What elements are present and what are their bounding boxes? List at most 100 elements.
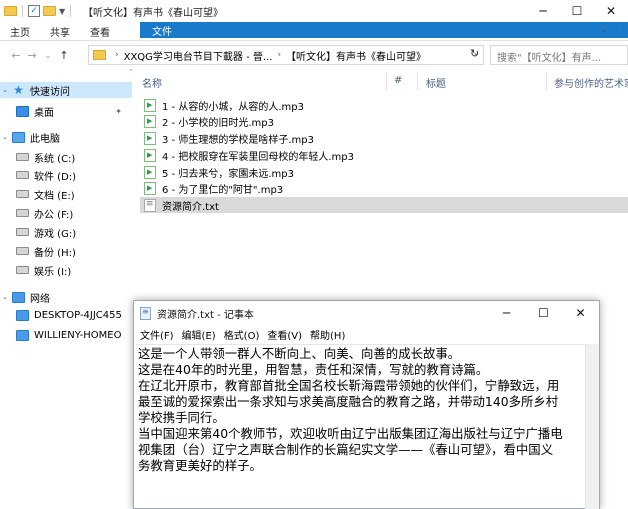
nav-drive-f[interactable]: 办公 (F:) [0, 205, 132, 221]
notepad-window: 资源简介.txt - 记事本 ─ ☐ ✕ 文件(F) 编辑(E) 格式(O) 查… [133, 300, 600, 509]
file-row[interactable]: 1 - 从容的小城，从容的人.mp3 [140, 97, 628, 113]
column-divider[interactable] [546, 72, 547, 90]
audio-file-icon [144, 181, 156, 195]
text-line: 这是一个人带领一群人不断向上、向美、向善的成长故事。 [138, 346, 461, 361]
file-row[interactable]: 6 - 为了里仁的"阿甘".mp3 [140, 180, 628, 196]
nav-desktop[interactable]: 桌面 ✦ [0, 103, 132, 119]
audio-file-icon [144, 98, 156, 112]
window-title: 【听文化】有声书《春山可望》 [83, 8, 223, 19]
nav-drive-h[interactable]: 备份 (H:) [0, 243, 132, 259]
notepad-text-area[interactable]: 这是一个人带领一群人不断向上、向美、向善的成长故事。 这是在40年的时光里，用智… [136, 344, 585, 509]
file-name: 3 - 师生理想的学校是啥样子.mp3 [162, 134, 314, 146]
chevron-down-icon[interactable]: ⌄ [0, 86, 10, 94]
nav-drive-d[interactable]: 软件 (D:) [0, 167, 132, 183]
up-arrow-icon[interactable]: ↑ [56, 49, 72, 62]
nav-label: 此电脑 [30, 133, 60, 145]
breadcrumb-chevron-icon[interactable]: › [115, 50, 119, 60]
drive-icon [16, 228, 29, 236]
maximize-button[interactable]: ☐ [525, 301, 562, 325]
file-row[interactable]: 4 - 把校服穿在军装里回母校的年轻人.mp3 [140, 147, 628, 163]
column-divider[interactable] [417, 72, 418, 90]
file-row[interactable]: 5 - 归去来兮，家園未远.mp3 [140, 164, 628, 180]
text-line: 务教育更美好的样子。 [138, 458, 262, 473]
chevron-down-icon[interactable]: ⌄ [0, 133, 10, 141]
nav-this-pc[interactable]: ⌄ 此电脑 [0, 129, 132, 145]
close-button[interactable]: ✕ [594, 0, 628, 22]
network-icon [12, 291, 25, 303]
expand-ribbon-icon[interactable]: ⌄ [601, 25, 609, 35]
ribbon-tabs: 文件 主页 共享 查看 ⌄ ? [0, 22, 628, 41]
back-arrow-icon[interactable]: ← [8, 49, 24, 62]
toolbar-divider [70, 5, 72, 17]
nav-drive-i[interactable]: 娱乐 (I:) [0, 262, 132, 278]
breadcrumb-root[interactable]: XXQG学习电台节目下載器 - 晉... [124, 48, 273, 63]
customize-toolbar-icon[interactable]: ▼ [59, 7, 65, 16]
folder-icon [93, 50, 106, 60]
column-number[interactable]: # [394, 75, 402, 86]
tab-share[interactable]: 共享 [40, 22, 80, 40]
vertical-scrollbar[interactable] [585, 344, 599, 509]
address-bar-row: ← → ⌄ ↑ › XXQG学习电台节目下載器 - 晉... › 【听文化】有声… [0, 41, 628, 70]
refresh-icon[interactable]: ↻ [470, 47, 479, 60]
address-bar[interactable]: › XXQG学习电台节目下載器 - 晉... › 【听文化】有声书《春山可望》 … [88, 45, 484, 65]
menu-format[interactable]: 格式(O) [222, 327, 266, 342]
computer-icon [16, 309, 29, 321]
ribbon-controls: ⌄ ? [601, 25, 622, 35]
breadcrumb-chevron-icon[interactable]: › [277, 50, 281, 60]
file-name: 1 - 从容的小城，从容的人.mp3 [162, 101, 304, 113]
pin-icon[interactable]: ✦ [115, 107, 122, 116]
nav-drive-e[interactable]: 文档 (E:) [0, 186, 132, 202]
nav-computer-desktop[interactable]: DESKTOP-4JJC455 [0, 307, 132, 323]
file-row[interactable]: 3 - 师生理想的学校是啥样子.mp3 [140, 130, 628, 146]
properties-check-icon[interactable]: ✓ [28, 5, 40, 17]
nav-network[interactable]: ⌄ 网络 [0, 289, 132, 305]
menu-view[interactable]: 查看(V) [265, 327, 308, 342]
search-input[interactable]: 搜索"【听文化】有声... [490, 45, 628, 65]
file-row[interactable]: 2 - 小学校的旧时光.mp3 [140, 113, 628, 129]
help-icon[interactable]: ? [617, 25, 622, 35]
text-line: 视集团（台）辽宁之声联合制作的长篇纪实文学——《春山可望》，看中国义 [138, 442, 554, 457]
drive-icon [16, 171, 29, 179]
file-name: 2 - 小学校的旧时光.mp3 [162, 117, 274, 129]
nav-label: 桌面 [34, 107, 54, 119]
new-folder-icon[interactable] [43, 6, 56, 16]
audio-file-icon [144, 148, 156, 162]
nav-label: 快速访问 [30, 86, 70, 98]
folder-icon [4, 6, 17, 16]
text-file-icon [144, 198, 156, 212]
minimize-button[interactable]: ─ [526, 0, 560, 22]
audio-file-icon [144, 131, 156, 145]
nav-label: 系统 (C:) [34, 153, 76, 165]
tab-home[interactable]: 主页 [0, 22, 40, 40]
maximize-button[interactable]: ☐ [560, 0, 594, 22]
notepad-titlebar[interactable]: 资源简介.txt - 记事本 ─ ☐ ✕ [134, 301, 599, 325]
breadcrumb-current[interactable]: 【听文化】有声书《春山可望》 [286, 48, 426, 63]
nav-label: 游戏 (G:) [34, 228, 77, 240]
tab-file[interactable]: 文件 [140, 22, 628, 38]
file-row-selected[interactable]: 资源简介.txt [140, 197, 628, 213]
drive-icon [16, 190, 29, 198]
text-line: 学校携手同行。 [138, 410, 225, 425]
nav-computer-willieny[interactable]: WILLIENY-HOMEO [0, 327, 132, 343]
text-line: 最至诚的爱探索出一条求知与求美高度融合的教育之路，并带动140多所乡村 [138, 394, 559, 409]
column-title[interactable]: 标题 [426, 75, 446, 90]
recent-locations-icon[interactable]: ⌄ [40, 51, 56, 60]
column-name[interactable]: 名称 [142, 75, 162, 90]
column-artist[interactable]: 参与创作的艺术家 [554, 75, 628, 90]
menu-file[interactable]: 文件(F) [138, 327, 180, 342]
nav-drive-c[interactable]: 系统 (C:) [0, 149, 132, 165]
nav-label: 娱乐 (I:) [34, 266, 72, 278]
nav-drive-g[interactable]: 游戏 (G:) [0, 224, 132, 240]
nav-label: WILLIENY-HOMEO [34, 329, 122, 341]
forward-arrow-icon[interactable]: → [24, 49, 40, 62]
navigation-pane: ⌄ ★ 快速访问 桌面 ✦ ⌄ 此电脑 系统 (C:) 软件 (D:) 文档 (… [0, 76, 132, 509]
menu-edit[interactable]: 编辑(E) [180, 327, 222, 342]
column-divider[interactable] [386, 72, 387, 90]
nav-quick-access[interactable]: ⌄ ★ 快速访问 [0, 82, 132, 98]
close-button[interactable]: ✕ [562, 301, 599, 325]
minimize-button[interactable]: ─ [488, 301, 525, 325]
tab-view[interactable]: 查看 [80, 22, 120, 40]
nav-label: 软件 (D:) [34, 171, 77, 183]
chevron-down-icon[interactable]: ⌄ [0, 293, 10, 301]
menu-help[interactable]: 帮助(H) [308, 327, 351, 342]
